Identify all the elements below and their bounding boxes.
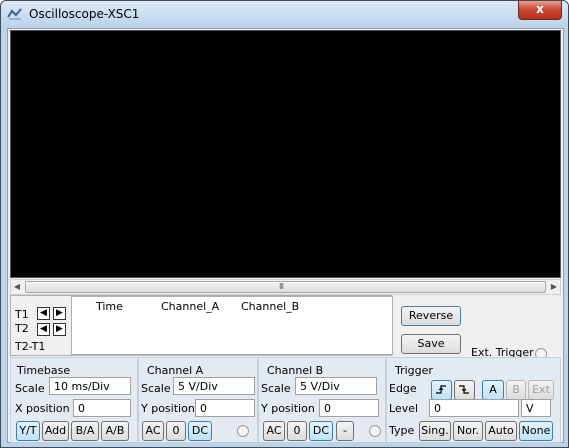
channel-b-ypos-label: Y position [261,402,315,415]
channel-b-ypos-field[interactable]: 0 [319,399,379,417]
channel-a-ac-button[interactable]: AC [142,421,164,441]
channel-b-ac-button[interactable]: AC [263,421,285,441]
channel-b-group: Channel B Scale 5 V/Div Y position 0 AC … [258,357,386,443]
channel-a-terminal[interactable] [237,425,249,437]
channel-a-title: Channel A [147,364,204,377]
trigger-source-a-button[interactable]: A [482,380,504,400]
channel-a-group: Channel A Scale 5 V/Div Y position 0 AC … [138,357,258,443]
channel-b-scale-label: Scale [261,382,291,395]
type-none-button[interactable]: None [519,421,553,441]
rising-edge-icon [436,385,446,394]
level-field[interactable]: 0 [429,399,519,417]
timebase-title: Timebase [17,364,71,377]
channel-a-scale-label: Scale [141,382,171,395]
channel-a-zero-button[interactable]: 0 [166,421,186,441]
scroll-left-arrow[interactable]: ◀ [11,281,23,293]
trigger-source-b-button[interactable]: B [506,380,526,400]
level-unit-field[interactable]: V [521,399,551,417]
cursor-panel: T1 ◀ ▶ T2 ◀ ▶ T2-T1 Time Channel_A Chann… [10,295,393,356]
channel-b-scale-field[interactable]: 5 V/Div [295,377,377,395]
t2-right-arrow[interactable]: ▶ [53,323,66,336]
type-label: Type [389,424,415,437]
trigger-title: Trigger [395,364,433,377]
col-channel-a: Channel_A [161,300,220,313]
level-label: Level [389,402,419,415]
channel-b-terminal[interactable] [369,425,381,437]
channel-b-title: Channel B [267,364,324,377]
mode-add-button[interactable]: Add [42,421,69,441]
x-position-field[interactable]: 0 [73,399,131,417]
type-single-button[interactable]: Sing. [419,421,451,441]
scroll-right-arrow[interactable]: ▶ [548,281,560,293]
trigger-source-ext-button[interactable]: Ext [528,380,554,400]
falling-edge-icon [459,385,469,394]
channel-b-zero-button[interactable]: 0 [287,421,307,441]
type-normal-button[interactable]: Nor. [453,421,483,441]
channel-a-dc-button[interactable]: DC [188,421,212,441]
channel-b-invert-button[interactable]: - [336,421,354,441]
x-position-label: X position [15,402,70,415]
scroll-thumb[interactable]: III [25,281,546,293]
col-channel-b: Channel_B [241,300,300,313]
falling-edge-button[interactable] [454,380,475,400]
channel-b-dc-button[interactable]: DC [309,421,333,441]
window-title: Oscilloscope-XSC1 [29,7,140,21]
edge-label: Edge [389,382,417,395]
timebase-group: Timebase Scale 10 ms/Div X position 0 Y/… [10,357,138,443]
close-icon: x [536,2,544,16]
timebase-scale-label: Scale [15,382,45,395]
oscilloscope-window: Oscilloscope-XSC1 x ◀ III ▶ T1 ◀ ▶ T2 ◀ … [0,0,569,448]
t2-left-arrow[interactable]: ◀ [37,323,50,336]
col-time: Time [96,300,123,313]
channel-a-scale-field[interactable]: 5 V/Div [173,377,255,395]
t2-label: T2 [15,322,29,335]
mode-yt-button[interactable]: Y/T [16,421,40,441]
t1-right-arrow[interactable]: ▶ [53,307,66,320]
oscilloscope-icon [7,8,22,20]
save-button[interactable]: Save [401,334,461,354]
mode-ba-button[interactable]: B/A [71,421,99,441]
oscilloscope-display[interactable] [10,30,561,278]
measurement-readout: Time Channel_A Channel_B [71,296,393,355]
grip-icon: III [279,282,284,291]
channel-a-ypos-label: Y position [141,402,195,415]
title-bar[interactable]: Oscilloscope-XSC1 x [1,1,568,27]
reverse-button[interactable]: Reverse [401,306,461,326]
trigger-group: Trigger Edge A B Ext Level 0 V Type Sing… [386,357,561,443]
timebase-scale-field[interactable]: 10 ms/Div [49,377,131,395]
channel-a-ypos-field[interactable]: 0 [195,399,255,417]
rising-edge-button[interactable] [431,380,452,400]
t2-t1-label: T2-T1 [15,340,46,353]
horizontal-scrollbar[interactable]: ◀ III ▶ [10,279,561,295]
client-area: ◀ III ▶ T1 ◀ ▶ T2 ◀ ▶ T2-T1 Time Channel… [7,28,564,443]
t1-left-arrow[interactable]: ◀ [37,307,50,320]
type-auto-button[interactable]: Auto [485,421,517,441]
close-button[interactable]: x [518,1,562,20]
mode-ab-button[interactable]: A/B [101,421,129,441]
t1-label: T1 [15,308,29,321]
